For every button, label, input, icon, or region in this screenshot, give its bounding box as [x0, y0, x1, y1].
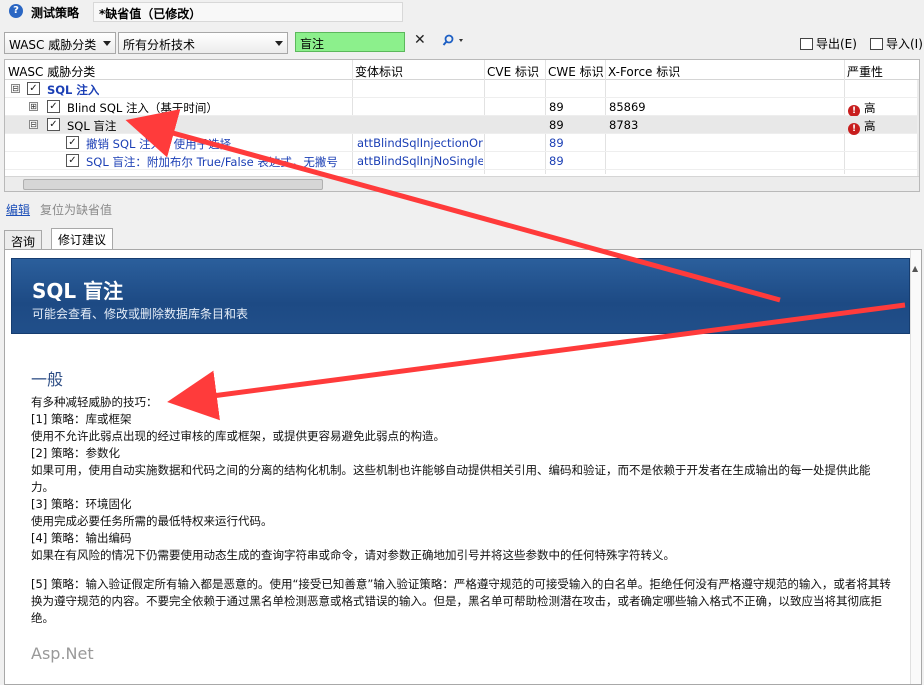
strategy-text: 如果在有风险的情况下仍需要使用动态生成的查询字符串或命令，请对参数正确地加引号并…: [31, 548, 675, 562]
scroll-thumb[interactable]: [23, 179, 323, 190]
strategy-text: 如果可用，使用自动实施数据和代码之间的分离的结构化机制。这些机制也许能够自动提供…: [31, 463, 871, 494]
threat-name: 撤销 SQL 注入，使用子选择: [86, 137, 232, 151]
variant-id: attBlindSqlInjNoSingle...: [357, 154, 483, 168]
export-label: 导出(E): [816, 37, 857, 51]
threat-grid: WASC 威胁分类 变体标识 CVE 标识 CWE 标识 X-Force 标识 …: [4, 59, 920, 192]
policy-name-field[interactable]: *缺省值（已修改）: [93, 2, 403, 22]
row-checkbox[interactable]: ✓: [27, 82, 40, 95]
scroll-up-icon[interactable]: ▲: [912, 264, 921, 274]
help-icon[interactable]: ?: [9, 4, 23, 18]
cwe-id: 89: [549, 118, 564, 132]
collapse-icon[interactable]: ⊟: [11, 84, 20, 93]
chevron-down-icon: [275, 41, 283, 46]
next-section-heading: Asp.Net: [31, 644, 94, 663]
severity-label: 高: [864, 119, 876, 133]
tab-fix-recommendation[interactable]: 修订建议: [51, 228, 114, 250]
clear-search-icon[interactable]: ✕: [414, 32, 426, 48]
strategy-text: 使用不允许此弱点出现的经过审核的库或框架，或提供更容易避免此弱点的构造。: [31, 429, 445, 443]
find-button[interactable]: [440, 33, 466, 51]
threat-name: SQL 注入: [47, 83, 100, 97]
edit-link[interactable]: 编辑: [6, 201, 30, 218]
advisory-subtitle: 可能会查看、修改或删除数据库条目和表: [32, 307, 249, 321]
technique-filter-value: 所有分析技术: [123, 38, 196, 52]
strategy-text: [5] 策略：输入验证假定所有输入都是恶意的。使用“接受已知善意”输入验证策略：…: [31, 577, 891, 625]
panel-vertical-scrollbar[interactable]: ▲: [910, 250, 921, 684]
category-filter-select[interactable]: WASC 威胁分类: [4, 32, 116, 54]
advisory-content: 一般 有多种减轻威胁的技巧： [1] 策略：库或框架 使用不允许此弱点出现的经过…: [31, 370, 891, 664]
technique-filter-select[interactable]: 所有分析技术: [118, 32, 288, 54]
xforce-id: 8783: [609, 118, 639, 132]
intro-text: 有多种减轻威胁的技巧：: [31, 395, 158, 409]
cwe-id: 89: [549, 154, 564, 168]
strategy-text: 使用完成必要任务所需的最低特权来运行代码。: [31, 514, 273, 528]
grid-horizontal-scrollbar[interactable]: [5, 176, 919, 191]
section-heading: 一般: [31, 370, 64, 389]
grid-vertical-scrollbar[interactable]: [917, 80, 919, 176]
row-checkbox[interactable]: ✓: [66, 154, 79, 167]
magnifier-icon: [442, 34, 463, 46]
policy-label: 测试策略: [31, 6, 80, 20]
threat-name: SQL 盲注：附加布尔 True/False 表达式，无撇号: [86, 155, 338, 169]
header-wasc[interactable]: WASC 威胁分类: [8, 63, 95, 80]
category-filter-value: WASC 威胁分类: [9, 38, 97, 52]
threat-name: Blind SQL 注入（基于时间）: [67, 101, 218, 115]
header-xforce[interactable]: X-Force 标识: [608, 63, 680, 80]
import-button[interactable]: 导入(I): [870, 35, 923, 52]
cwe-id: 89: [549, 100, 564, 114]
row-checkbox[interactable]: ✓: [66, 136, 79, 149]
table-row[interactable]: ⊞ ✓ Blind SQL 注入（基于时间） 89 85869 ! 高: [5, 98, 919, 117]
advisory-panel: SQL 盲注 可能会查看、修改或删除数据库条目和表 一般 有多种减轻威胁的技巧：…: [4, 249, 922, 685]
strategy-heading: [4] 策略：输出编码: [31, 531, 132, 545]
strategy-heading: [3] 策略：环境固化: [31, 497, 132, 511]
import-label: 导入(I): [886, 37, 923, 51]
search-input[interactable]: 盲注: [295, 32, 405, 52]
strategy-heading: [1] 策略：库或框架: [31, 412, 132, 426]
cwe-id: 89: [549, 136, 564, 150]
advisory-title: SQL 盲注: [32, 279, 124, 303]
chevron-down-icon: [103, 41, 111, 46]
grid-header: WASC 威胁分类 变体标识 CVE 标识 CWE 标识 X-Force 标识 …: [5, 60, 919, 80]
row-checkbox[interactable]: ✓: [47, 118, 60, 131]
table-row[interactable]: ✓ 撤销 SQL 注入，使用子选择 attBlindSqlInjectionOr…: [5, 134, 919, 152]
xforce-id: 85869: [609, 100, 646, 114]
header-cwe[interactable]: CWE 标识: [548, 63, 604, 80]
threat-name: SQL 盲注: [67, 119, 117, 133]
header-cve[interactable]: CVE 标识: [487, 63, 539, 80]
expand-icon[interactable]: ⊞: [29, 102, 38, 111]
tab-advisory[interactable]: 咨询: [4, 230, 43, 250]
import-icon: [870, 38, 883, 50]
row-checkbox[interactable]: ✓: [47, 100, 60, 113]
severity-label: 高: [864, 101, 876, 115]
collapse-icon[interactable]: ⊟: [29, 120, 38, 129]
strategy-heading: [2] 策略：参数化: [31, 446, 120, 460]
severity-cell: ! 高: [848, 100, 876, 117]
severity-cell: ! 高: [848, 118, 876, 135]
header-severity[interactable]: 严重性: [847, 63, 883, 80]
advisory-banner: SQL 盲注 可能会查看、修改或删除数据库条目和表: [11, 258, 910, 334]
table-row[interactable]: ✓ SQL 盲注：附加布尔 True/False 表达式，无撇号 attBlin…: [5, 152, 919, 170]
reset-default-link[interactable]: 复位为缺省值: [40, 201, 112, 218]
table-row[interactable]: ⊟ ✓ SQL 注入: [5, 80, 919, 98]
export-button[interactable]: 导出(E): [800, 35, 857, 52]
variant-id: attBlindSqlInjectionOrd...: [357, 136, 483, 150]
export-icon: [800, 38, 813, 50]
table-row[interactable]: ⊟ ✓ SQL 盲注 89 8783 ! 高: [5, 116, 919, 135]
header-variant[interactable]: 变体标识: [355, 63, 403, 80]
